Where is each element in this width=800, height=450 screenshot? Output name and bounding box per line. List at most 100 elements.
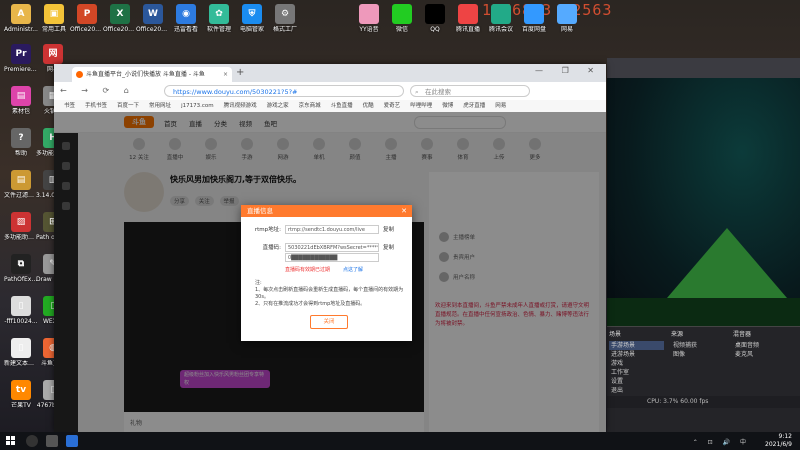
desktop-icon-label: 格式工厂: [272, 26, 297, 33]
obs-source-item[interactable]: 视频捕获: [671, 341, 726, 350]
windows-start-icon[interactable]: [6, 436, 16, 446]
bookmark-item[interactable]: 书签: [64, 103, 75, 109]
bookmark-item[interactable]: 腾讯视频游戏: [224, 103, 257, 109]
tab-close-icon[interactable]: ×: [223, 67, 228, 82]
desktop-icon[interactable]: Pr Premiere CC2019: [4, 44, 38, 73]
copy-rtmp-button[interactable]: 复制: [383, 225, 394, 235]
desktop-icon[interactable]: ▤ 素材包: [4, 86, 38, 115]
desktop-icon[interactable]: X Office2007_表格: [103, 4, 137, 33]
obs-scene-item[interactable]: 进游场景: [609, 350, 664, 359]
browser-window: 斗鱼直播平台_小说们快播放 斗鱼直播 - 斗鱼 × + — ❐ ✕ ← → ⟳ …: [54, 64, 606, 432]
app-icon: [359, 4, 379, 24]
dialog-title: 直播信息: [247, 207, 273, 215]
desktop-icon[interactable]: ✿ 软件管理: [202, 4, 236, 33]
bookmark-item[interactable]: 手机书签: [85, 103, 107, 109]
app-icon: ⚙: [275, 4, 295, 24]
bookmark-item[interactable]: 斗鱼直播: [331, 103, 353, 109]
rtmp-row: rtmp地址: rtmp://sendtc1.douyu.com/live 复制: [247, 225, 407, 235]
desktop-icon[interactable]: ⧉ PathOfExi...: [4, 254, 38, 283]
stream-key-field-2[interactable]: 0████████████: [285, 253, 379, 262]
obs-panel-header: 场景: [609, 331, 622, 338]
browser-search-input[interactable]: ⌕ 在此搜索: [410, 85, 530, 97]
obs-scene-item[interactable]: 退出: [609, 386, 664, 395]
bookmark-item[interactable]: 爱奇艺: [384, 103, 401, 109]
bookmark-item[interactable]: 网易: [495, 103, 506, 109]
desktop-icon[interactable]: ▯ 新建文本文档: [4, 338, 38, 367]
bookmark-item[interactable]: 微博: [442, 103, 453, 109]
desktop-icon[interactable]: 腾讯直播: [451, 4, 485, 33]
bookmark-item[interactable]: 哔哩哔哩: [410, 103, 432, 109]
bookmark-item[interactable]: 优酷: [363, 103, 374, 109]
clock[interactable]: 9:12 2021/6/9: [765, 433, 792, 449]
app-icon: ⛨: [242, 4, 262, 24]
desktop-icon[interactable]: P Office2007_红打对PPT: [70, 4, 104, 33]
bookmark-item[interactable]: 百度一下: [117, 103, 139, 109]
obs-scene-item[interactable]: 游戏: [609, 359, 664, 368]
desktop-icon[interactable]: 腾讯会议: [484, 4, 518, 33]
desktop-icon-label: 电脑管家: [239, 26, 264, 33]
desktop-icon[interactable]: tv 芒果TV: [4, 380, 38, 409]
desktop-icon[interactable]: YY语音: [352, 4, 386, 33]
desktop: 1776863 82563 A Administr... ▣ 常用工具 P Office2…: [0, 0, 800, 433]
desktop-icon[interactable]: QQ: [418, 4, 452, 33]
desktop-icon[interactable]: 百度网盘: [517, 4, 551, 33]
note-1: 1、每次点击刷新直播码会重新生成直播码，每个直播间的有效期为30s。: [255, 287, 404, 300]
obs-scene-item[interactable]: 工作室: [609, 368, 664, 377]
app-icon: [491, 4, 511, 24]
bookmark-item[interactable]: 常用网址: [149, 103, 171, 109]
desktop-icon-label: 多功能助手 AHK2019...: [4, 234, 38, 241]
search-taskbar-icon[interactable]: [26, 435, 38, 447]
obs-window[interactable]: 场景 手游场景 进游场景 游戏 工作室 设置 退出 来源 视频捕获 图像 混音器…: [607, 58, 800, 433]
dialog-notes: 注: 1、每次点击刷新直播码会重新生成直播码，每个直播间的有效期为30s。 2、…: [255, 280, 405, 308]
obs-scenes-panel: 场景 手游场景 进游场景 游戏 工作室 设置 退出: [609, 329, 664, 395]
rtmp-address-field[interactable]: rtmp://sendtc1.douyu.com/live: [285, 225, 379, 234]
douyu-favicon-icon: [76, 71, 83, 78]
desktop-icon[interactable]: A Administr...: [4, 4, 38, 33]
address-bar: ← → ⟳ ⌂ https://www.douyu.com/5030221?5?…: [54, 82, 606, 101]
desktop-icon[interactable]: ▤ 文件过滤下载站: [4, 170, 38, 199]
desktop-icon[interactable]: ▨ 多功能助手 AHK2019...: [4, 212, 38, 241]
key-warning-row: 直播码有效期已过期 点这了解: [247, 265, 407, 275]
desktop-icon[interactable]: ⚙ 格式工厂: [268, 4, 302, 33]
window-controls[interactable]: — ❐ ✕: [535, 66, 602, 75]
obs-scene-preview: [607, 78, 800, 326]
stream-key-field[interactable]: 5030221dEbXBRFM?wsSecret=******: [285, 243, 379, 252]
app-icon: [425, 4, 445, 24]
copy-key-button[interactable]: 复制: [383, 243, 394, 253]
nav-buttons[interactable]: ← → ⟳ ⌂: [60, 86, 135, 95]
learn-more-link[interactable]: 点这了解: [343, 265, 363, 275]
app-icon: P: [77, 4, 97, 24]
desktop-icon[interactable]: ⛨ 电脑管家: [235, 4, 269, 33]
desktop-icon[interactable]: ▯ -fff10024...: [4, 296, 38, 325]
desktop-icon[interactable]: ? 帮助: [4, 128, 38, 157]
desktop-icon[interactable]: ◉ 迅雷看看: [169, 4, 203, 33]
app-icon: ✿: [209, 4, 229, 24]
bookmark-item[interactable]: j17173.com: [181, 103, 214, 109]
browser-taskbar-icon[interactable]: [66, 435, 78, 447]
bookmark-item[interactable]: 游戏之家: [267, 103, 289, 109]
obs-title-bar[interactable]: [607, 58, 800, 78]
obs-mixer-item[interactable]: 麦克风: [733, 350, 788, 359]
obs-scene-item[interactable]: 设置: [609, 377, 664, 386]
desktop-icon[interactable]: ▣ 常用工具: [37, 4, 71, 33]
desktop-icon-label: 帮助: [14, 150, 27, 157]
obs-scene-item[interactable]: 手游场景: [609, 341, 664, 350]
bookmark-item[interactable]: 虎牙直播: [463, 103, 485, 109]
desktop-icon[interactable]: W Office2007_文字: [136, 4, 170, 33]
bookmark-item[interactable]: 京东商城: [299, 103, 321, 109]
scene-ground: [607, 298, 800, 326]
close-icon[interactable]: ✕: [401, 205, 407, 217]
browser-tab[interactable]: 斗鱼直播平台_小说们快播放 斗鱼直播 - 斗鱼 ×: [72, 67, 232, 82]
desktop-icon-label: 迅雷看看: [173, 26, 198, 33]
url-input[interactable]: https://www.douyu.com/5030221?5?#: [164, 85, 404, 97]
app-icon: ?: [11, 128, 31, 148]
new-tab-icon[interactable]: +: [236, 67, 244, 78]
app-icon: ▤: [11, 86, 31, 106]
obs-source-item[interactable]: 图像: [671, 350, 726, 359]
desktop-icon[interactable]: 网易: [550, 4, 584, 33]
desktop-icon[interactable]: 微信: [385, 4, 419, 33]
task-view-icon[interactable]: [46, 435, 58, 447]
obs-mixer-item[interactable]: 桌面音频: [733, 341, 788, 350]
system-tray[interactable]: ⌃ ⊡ 🔊 中: [693, 437, 750, 446]
close-button[interactable]: 关闭: [310, 315, 348, 329]
